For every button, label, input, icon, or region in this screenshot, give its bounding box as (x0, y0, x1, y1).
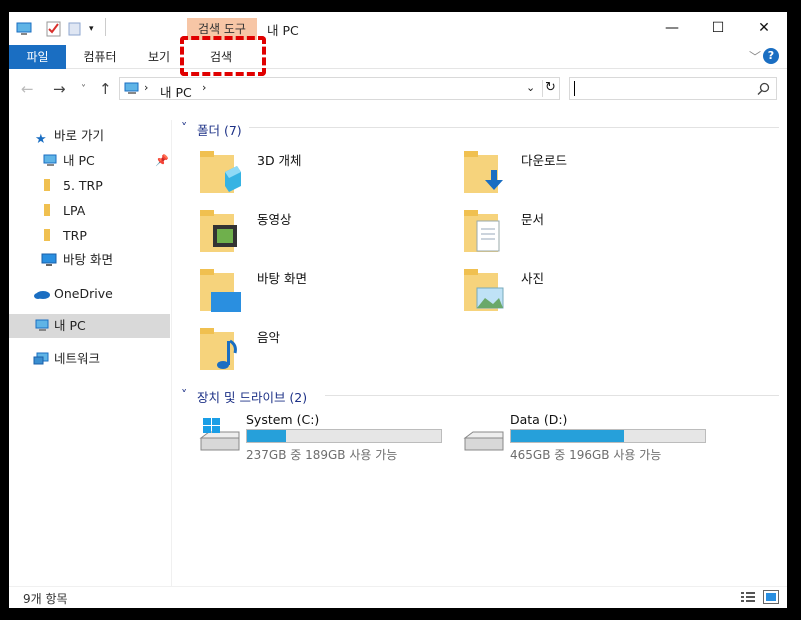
nav-item-trp[interactable]: TRP (9, 224, 170, 248)
chevron-down-icon: ˅ (181, 120, 188, 135)
forward-icon[interactable]: → (53, 80, 66, 98)
group-divider (325, 395, 779, 396)
group-divider (249, 127, 779, 128)
properties-icon[interactable] (46, 20, 62, 38)
nav-item-onedrive[interactable]: OneDrive (9, 282, 170, 306)
tab-computer[interactable]: 컴퓨터 (71, 45, 129, 69)
documents-icon (464, 210, 500, 252)
item-count: 9개 항목 (23, 592, 68, 606)
address-row: ← → ˅ ↑ › 내 PC › ⌄ ↻ (9, 74, 787, 104)
music-icon (200, 328, 237, 370)
large-icons-view-icon[interactable] (763, 590, 779, 604)
drive-usage-fill (247, 430, 286, 442)
drive-icon (463, 431, 504, 451)
minimize-button[interactable]: — (649, 12, 695, 44)
folder-videos[interactable]: 동영상 (199, 209, 459, 259)
chevron-down-icon: ˅ (181, 387, 188, 402)
details-view-icon[interactable] (741, 591, 755, 604)
explorer-window: ▾ 검색 도구 내 PC — ☐ ✕ 파일 컴퓨터 보기 검색 ﹀ ? ← → … (9, 12, 787, 608)
address-dropdown-icon[interactable]: ⌄ (526, 81, 535, 94)
search-caret (574, 81, 575, 96)
help-icon[interactable]: ? (763, 48, 779, 64)
nav-item-this-pc[interactable]: 내 PC (9, 314, 170, 338)
recent-locations-icon[interactable]: ˅ (81, 84, 86, 95)
content-pane: ˅ 폴더 (7) 3D 개체 다운로드 동영상 문서 바탕 화면 사진 음악 ˅… (179, 114, 779, 584)
cloud-icon (34, 291, 50, 299)
breadcrumb-chevron-icon[interactable]: › (202, 81, 206, 94)
folder-documents[interactable]: 문서 (463, 209, 723, 259)
drive-usage-fill (511, 430, 624, 442)
drive-usage-bar (246, 429, 442, 443)
folder-downloads[interactable]: 다운로드 (463, 150, 723, 200)
drive-usage-bar (510, 429, 706, 443)
search-icon[interactable] (757, 82, 770, 95)
folder-icon (44, 204, 50, 216)
address-divider (542, 80, 543, 97)
desktop-icon (41, 253, 57, 266)
folder-icon (44, 179, 50, 191)
breadcrumb[interactable]: 내 PC (160, 82, 192, 101)
breadcrumb-chevron-icon[interactable]: › (144, 81, 148, 94)
search-tab-highlight (180, 36, 266, 76)
3d-objects-icon (200, 151, 241, 193)
tab-file[interactable]: 파일 (9, 45, 66, 69)
folder-music[interactable]: 음악 (199, 327, 459, 377)
close-button[interactable]: ✕ (741, 12, 787, 44)
nav-item-network[interactable]: 네트워크 (9, 347, 170, 371)
status-bar: 9개 항목 (9, 586, 787, 608)
pc-icon[interactable] (15, 20, 35, 38)
system-drive-icon (199, 418, 240, 451)
drive-system-c[interactable]: System (C:) 237GB 중 189GB 사용 가능 (199, 412, 459, 467)
address-bar[interactable]: › 내 PC › ⌄ ↻ (119, 77, 560, 100)
nav-item-5-trp[interactable]: 5. TRP (9, 174, 170, 198)
downloads-icon (464, 151, 503, 193)
folder-3d-objects[interactable]: 3D 개체 (199, 150, 459, 200)
folder-desktop[interactable]: 바탕 화면 (199, 268, 459, 318)
pictures-icon (464, 269, 504, 311)
ribbon-expand-icon[interactable]: ﹀ (749, 48, 761, 65)
title-bar: ▾ 검색 도구 내 PC — ☐ ✕ (9, 12, 787, 44)
maximize-button[interactable]: ☐ (695, 12, 741, 44)
up-icon[interactable]: ↑ (99, 80, 112, 98)
drive-capacity: 237GB 중 189GB 사용 가능 (246, 448, 398, 462)
refresh-icon[interactable]: ↻ (545, 80, 556, 95)
search-input[interactable] (569, 77, 777, 100)
pc-icon (43, 154, 57, 166)
drive-data-d[interactable]: Data (D:) 465GB 중 196GB 사용 가능 (463, 412, 723, 467)
drive-capacity: 465GB 중 196GB 사용 가능 (510, 448, 662, 462)
customize-qat-icon[interactable]: ▾ (89, 24, 94, 42)
nav-item-lpa[interactable]: LPA (9, 199, 170, 223)
qat-divider (105, 18, 106, 36)
folder-pictures[interactable]: 사진 (463, 268, 723, 318)
nav-item-desktop[interactable]: 바탕 화면 (9, 248, 170, 272)
pc-icon (124, 82, 139, 94)
nav-item-this-pc-pinned[interactable]: 내 PC 📌 (9, 149, 170, 173)
folder-icon (44, 229, 50, 241)
navigation-pane: ★ 바로 가기 내 PC 📌 5. TRP LPA TRP 바탕 화면 OneD… (9, 120, 172, 586)
network-icon (33, 352, 49, 365)
desktop-folder-icon (200, 269, 241, 312)
pc-icon (35, 319, 49, 331)
nav-item-quick-access[interactable]: ★ 바로 가기 (9, 124, 170, 148)
group-header-folders[interactable]: ˅ 폴더 (7) (179, 118, 379, 138)
new-folder-icon[interactable] (68, 20, 82, 38)
videos-icon (200, 210, 237, 252)
pin-icon[interactable]: 📌 (155, 149, 169, 173)
ribbon-tabs: 파일 컴퓨터 보기 검색 ﹀ ? (9, 36, 787, 76)
window-title: 내 PC (267, 23, 299, 38)
back-icon[interactable]: ← (21, 80, 34, 98)
tab-view[interactable]: 보기 (135, 45, 183, 69)
